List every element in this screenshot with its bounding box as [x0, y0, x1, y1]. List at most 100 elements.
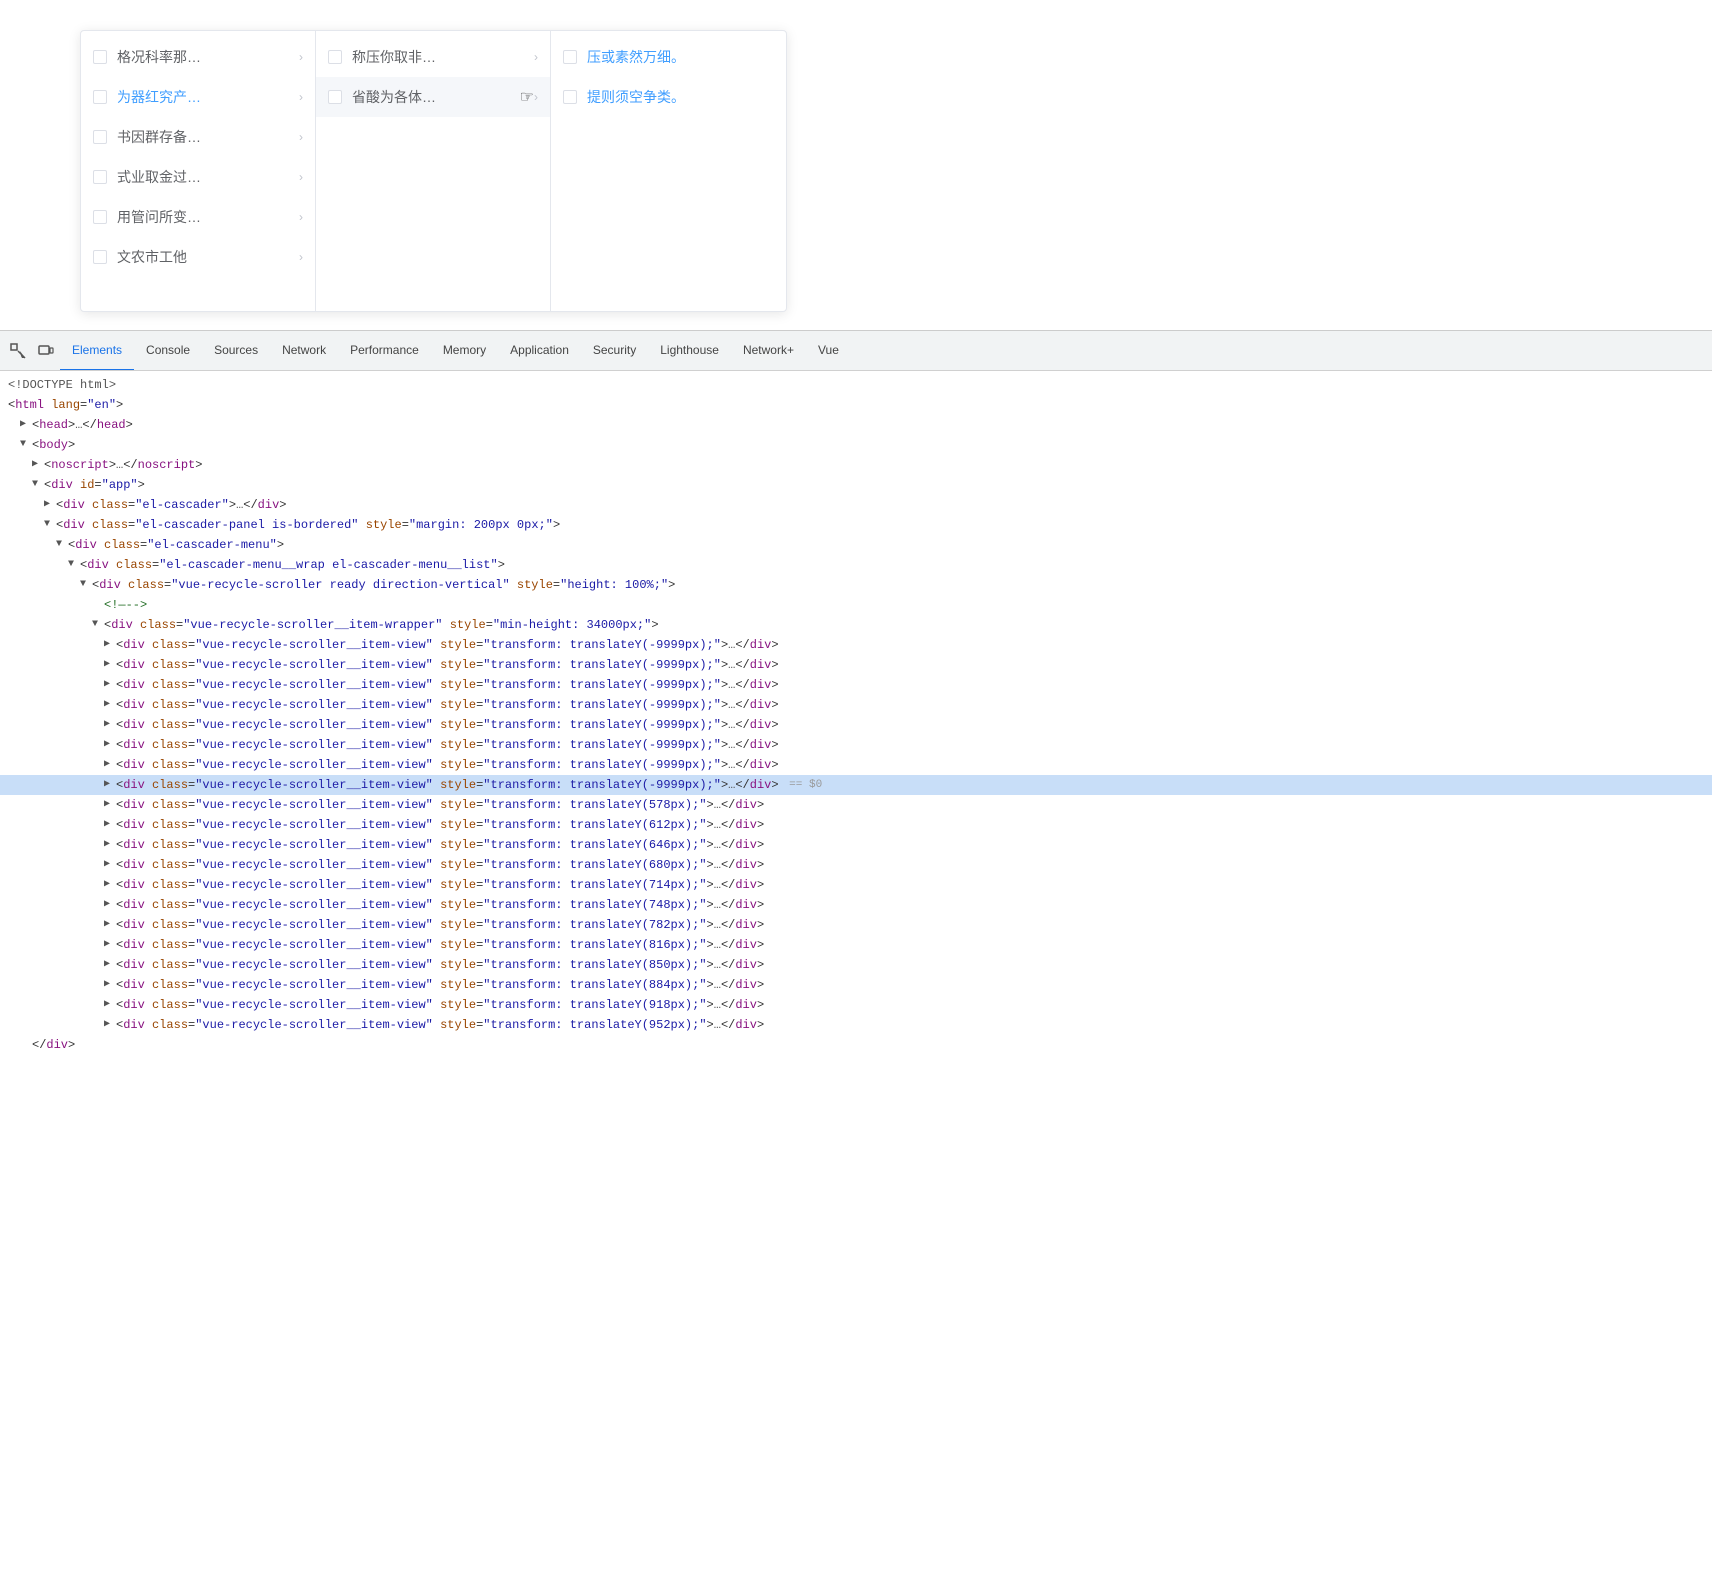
expand-arrow-icon[interactable] — [104, 916, 114, 934]
code-line[interactable]: <head>…</head> — [0, 415, 1712, 435]
cascader-checkbox[interactable] — [328, 90, 342, 104]
code-line[interactable]: <body> — [0, 435, 1712, 455]
devtools-tab-performance[interactable]: Performance — [338, 331, 431, 371]
expand-arrow-icon[interactable] — [68, 556, 78, 574]
code-line[interactable]: <div class="vue-recycle-scroller__item-v… — [0, 915, 1712, 935]
code-line[interactable]: <div class="vue-recycle-scroller__item-v… — [0, 655, 1712, 675]
expand-arrow-icon[interactable] — [104, 856, 114, 874]
devtools-tab-memory[interactable]: Memory — [431, 331, 498, 371]
cascader-item[interactable]: 为器红究产…› — [81, 77, 315, 117]
cascader-area: 格况科率那…›为器红究产…›书因群存备…›式业取金过…›用管问所变…›文农市工他… — [0, 0, 1712, 330]
code-line[interactable]: <div class="vue-recycle-scroller__item-v… — [0, 995, 1712, 1015]
code-line[interactable]: <div id="app"> — [0, 475, 1712, 495]
cascader-item[interactable]: 格况科率那…› — [81, 37, 315, 77]
expand-arrow-icon[interactable] — [104, 736, 114, 754]
code-line[interactable]: <div class="vue-recycle-scroller__item-v… — [0, 775, 1712, 795]
devtools-tab-security[interactable]: Security — [581, 331, 648, 371]
cascader-item[interactable]: 省酸为各体…☞› — [316, 77, 550, 117]
expand-arrow-icon[interactable] — [104, 696, 114, 714]
expand-arrow-icon[interactable] — [56, 536, 66, 554]
cascader-item[interactable]: 文农市工他› — [81, 237, 315, 277]
code-line[interactable]: <div class="vue-recycle-scroller ready d… — [0, 575, 1712, 595]
expand-arrow-icon[interactable] — [104, 716, 114, 734]
code-line[interactable]: <div class="vue-recycle-scroller__item-v… — [0, 815, 1712, 835]
code-line[interactable]: <div class="vue-recycle-scroller__item-v… — [0, 755, 1712, 775]
cascader-checkbox[interactable] — [93, 170, 107, 184]
expand-arrow-icon[interactable] — [44, 496, 54, 514]
code-line[interactable]: <div class="vue-recycle-scroller__item-v… — [0, 855, 1712, 875]
expand-arrow-icon[interactable] — [104, 796, 114, 814]
cascader-item[interactable]: 压或素然万细。 — [551, 37, 786, 77]
code-line[interactable]: <html lang="en"> — [0, 395, 1712, 415]
expand-arrow-icon[interactable] — [104, 876, 114, 894]
cascader-item[interactable]: 书因群存备…› — [81, 117, 315, 157]
devtools-tab-elements[interactable]: Elements — [60, 331, 134, 371]
expand-arrow-icon[interactable] — [104, 636, 114, 654]
devtools-tab-vue[interactable]: Vue — [806, 331, 851, 371]
devtools-tab-sources[interactable]: Sources — [202, 331, 270, 371]
expand-arrow-icon[interactable] — [104, 936, 114, 954]
device-toolbar-button[interactable] — [32, 337, 60, 365]
code-line[interactable]: <div class="vue-recycle-scroller__item-v… — [0, 875, 1712, 895]
expand-arrow-icon[interactable] — [104, 756, 114, 774]
cascader-item[interactable]: 用管问所变…› — [81, 197, 315, 237]
code-line[interactable]: <div class="el-cascader-panel is-bordere… — [0, 515, 1712, 535]
expand-arrow-icon[interactable] — [92, 616, 102, 634]
cascader-checkbox[interactable] — [93, 50, 107, 64]
code-line[interactable]: <div class="vue-recycle-scroller__item-v… — [0, 675, 1712, 695]
cascader-item[interactable]: 提则须空争类。 — [551, 77, 786, 117]
cascader-panel: 格况科率那…›为器红究产…›书因群存备…›式业取金过…›用管问所变…›文农市工他… — [80, 30, 787, 312]
expand-arrow-icon[interactable] — [104, 676, 114, 694]
code-line[interactable]: <div class="vue-recycle-scroller__item-v… — [0, 635, 1712, 655]
expand-arrow-icon[interactable] — [20, 436, 30, 454]
code-line[interactable]: <div class="vue-recycle-scroller__item-v… — [0, 735, 1712, 755]
expand-arrow-icon[interactable] — [104, 836, 114, 854]
expand-arrow-icon[interactable] — [104, 816, 114, 834]
code-line[interactable]: <div class="vue-recycle-scroller__item-v… — [0, 795, 1712, 815]
code-line[interactable]: <div class="el-cascader-menu"> — [0, 535, 1712, 555]
code-line[interactable]: <div class="vue-recycle-scroller__item-v… — [0, 1015, 1712, 1035]
expand-arrow-icon[interactable] — [80, 576, 90, 594]
code-line[interactable]: <div class="vue-recycle-scroller__item-v… — [0, 975, 1712, 995]
code-line[interactable]: <div class="el-cascader-menu__wrap el-ca… — [0, 555, 1712, 575]
devtools-tab-console[interactable]: Console — [134, 331, 202, 371]
code-line[interactable]: <div class="vue-recycle-scroller__item-v… — [0, 835, 1712, 855]
code-line[interactable]: </div> — [0, 1035, 1712, 1055]
expand-arrow-icon[interactable] — [104, 1016, 114, 1034]
cascader-checkbox[interactable] — [563, 90, 577, 104]
code-line[interactable]: <div class="el-cascader">…</div> — [0, 495, 1712, 515]
code-line[interactable]: <div class="vue-recycle-scroller__item-v… — [0, 895, 1712, 915]
expand-arrow-icon[interactable] — [20, 416, 30, 434]
devtools-tab-lighthouse[interactable]: Lighthouse — [648, 331, 731, 371]
code-line[interactable]: <div class="vue-recycle-scroller__item-v… — [0, 715, 1712, 735]
expand-arrow-icon[interactable] — [104, 976, 114, 994]
expand-arrow-icon[interactable] — [32, 476, 42, 494]
cascader-item-label: 称压你取非… — [352, 47, 534, 67]
cascader-checkbox[interactable] — [563, 50, 577, 64]
cascader-checkbox[interactable] — [93, 130, 107, 144]
cascader-item[interactable]: 式业取金过…› — [81, 157, 315, 197]
devtools-tab-application[interactable]: Application — [498, 331, 581, 371]
expand-arrow-icon[interactable] — [32, 456, 42, 474]
code-line[interactable]: <div class="vue-recycle-scroller__item-v… — [0, 955, 1712, 975]
cascader-item[interactable]: 称压你取非…› — [316, 37, 550, 77]
cascader-checkbox[interactable] — [93, 250, 107, 264]
code-line[interactable]: <!DOCTYPE html> — [0, 375, 1712, 395]
expand-arrow-icon[interactable] — [104, 896, 114, 914]
code-line[interactable]: <div class="vue-recycle-scroller__item-v… — [0, 935, 1712, 955]
cascader-checkbox[interactable] — [93, 90, 107, 104]
expand-arrow-icon[interactable] — [44, 516, 54, 534]
expand-arrow-icon[interactable] — [104, 656, 114, 674]
code-line[interactable]: <div class="vue-recycle-scroller__item-v… — [0, 695, 1712, 715]
cascader-checkbox[interactable] — [328, 50, 342, 64]
expand-arrow-icon[interactable] — [104, 956, 114, 974]
devtools-tab-network[interactable]: Network — [270, 331, 338, 371]
code-line[interactable]: <!—--> — [0, 595, 1712, 615]
devtools-tab-network-plus[interactable]: Network+ — [731, 331, 806, 371]
expand-arrow-icon[interactable] — [104, 996, 114, 1014]
inspect-element-button[interactable] — [4, 337, 32, 365]
code-line[interactable]: <div class="vue-recycle-scroller__item-w… — [0, 615, 1712, 635]
code-line[interactable]: <noscript>…</noscript> — [0, 455, 1712, 475]
cascader-checkbox[interactable] — [93, 210, 107, 224]
expand-arrow-icon[interactable] — [104, 776, 114, 794]
